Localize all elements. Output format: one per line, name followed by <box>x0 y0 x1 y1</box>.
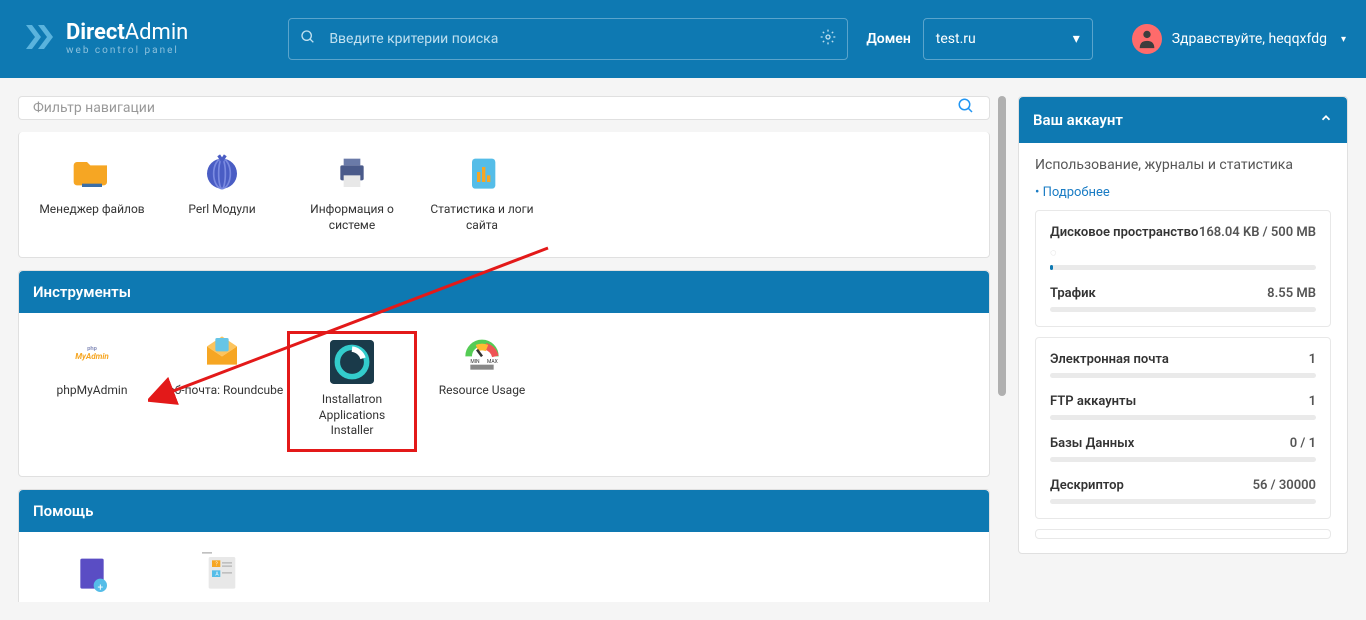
gauge-icon: MIN MAX <box>460 331 504 375</box>
stat-name: Дескриптор <box>1050 478 1253 493</box>
faq-icon: ?A <box>200 550 244 594</box>
stat-name: Электронная почта <box>1050 352 1309 367</box>
tile-installatron[interactable]: Installatron Applications Installer <box>287 331 417 452</box>
stat-name: Трафик <box>1050 286 1267 301</box>
tile-perl-modules[interactable]: Perl Модули <box>157 150 287 233</box>
phpmyadmin-icon: phpMyAdmin <box>70 331 114 375</box>
stat-value: 1 <box>1309 352 1316 367</box>
sidebar: Ваш аккаунт Использование, журналы и ста… <box>1018 96 1348 602</box>
account-header[interactable]: Ваш аккаунт <box>1019 97 1347 143</box>
tools-header[interactable]: Инструменты <box>19 271 989 313</box>
search-wrap <box>288 18 848 60</box>
system-tiles-panel: Менеджер файлов Perl Модули Информация о… <box>18 132 990 258</box>
stat-value: 1 <box>1309 394 1316 409</box>
filter-input[interactable] <box>33 100 957 116</box>
tile-file-manager[interactable]: Менеджер файлов <box>27 150 157 233</box>
greeting-text: Здравствуйте, heqqxfdg <box>1172 31 1327 47</box>
svg-text:MyAdmin: MyAdmin <box>75 352 109 361</box>
chevron-down-icon: ▾ <box>1341 34 1346 45</box>
gear-icon[interactable] <box>820 29 836 49</box>
extra-box <box>1035 529 1331 539</box>
chevron-down-icon: ▾ <box>1073 31 1080 47</box>
search-input[interactable] <box>288 18 848 60</box>
printer-icon <box>330 150 374 194</box>
usage-stats-box: Дисковое пространство 168.04 KB / 500 MB… <box>1035 210 1331 327</box>
svg-text:+: + <box>97 582 103 592</box>
main-scrollbar[interactable] <box>998 96 1006 602</box>
stat-name: Базы Данных <box>1050 436 1290 451</box>
tools-panel: Инструменты phpMyAdmin phpMyAdmin Вэб-по… <box>18 270 990 477</box>
loading-icon: ◌ <box>1050 246 1057 259</box>
chart-icon <box>460 150 504 194</box>
chevron-up-icon <box>1319 111 1333 129</box>
svg-text:MAX: MAX <box>487 359 498 365</box>
tile-system-info[interactable]: Информация о системе <box>287 150 417 233</box>
logo[interactable]: DirectAdmin web control panel <box>20 19 188 59</box>
tile-resource-usage[interactable]: MINMAX Resource Usage <box>417 331 547 452</box>
resource-stats-box: Электронная почта 1 FTP аккаунты 1 <box>1035 337 1331 519</box>
more-link[interactable]: • Подробнее <box>1035 185 1110 200</box>
mail-icon <box>200 331 244 375</box>
stat-value: 8.55 MB <box>1267 286 1316 301</box>
account-subtitle: Использование, журналы и статистика <box>1035 157 1331 173</box>
stat-value: 0 / 1 <box>1290 436 1316 451</box>
ticket-icon: + <box>70 550 114 594</box>
stat-name: FTP аккаунты <box>1050 394 1309 409</box>
tile-stats-logs[interactable]: Статистика и логи сайта <box>417 150 547 233</box>
onion-icon <box>200 150 244 194</box>
user-section[interactable]: Здравствуйте, heqqxfdg ▾ <box>1132 24 1346 54</box>
tile-roundcube[interactable]: Вэб-почта: Roundcube <box>157 331 287 452</box>
stat-value: 56 / 30000 <box>1253 478 1316 493</box>
tile-phpmyadmin[interactable]: phpMyAdmin phpMyAdmin <box>27 331 157 452</box>
domain-select[interactable]: test.ru ▾ <box>923 18 1093 60</box>
stat-name: Дисковое пространство <box>1050 225 1199 240</box>
main-column: Менеджер файлов Perl Модули Информация о… <box>18 96 990 602</box>
stat-value: 168.04 KB / 500 MB <box>1199 225 1316 240</box>
installatron-icon <box>330 340 374 384</box>
help-header[interactable]: Помощь <box>19 490 989 532</box>
folder-icon <box>70 150 114 194</box>
tile-help-2[interactable]: ?A <box>157 550 287 594</box>
svg-text:MIN: MIN <box>470 359 480 365</box>
domain-label: Домен <box>866 31 910 47</box>
navigation-filter <box>18 96 990 120</box>
search-icon[interactable] <box>957 97 975 119</box>
search-icon <box>300 29 316 49</box>
help-panel: Помощь + ?A <box>18 489 990 602</box>
logo-icon <box>20 19 56 59</box>
account-card: Ваш аккаунт Использование, журналы и ста… <box>1018 96 1348 554</box>
tile-help-1[interactable]: + <box>27 550 157 594</box>
domain-section: Домен test.ru ▾ <box>866 18 1092 60</box>
top-bar: DirectAdmin web control panel Домен test… <box>0 0 1366 78</box>
avatar-icon <box>1132 24 1162 54</box>
logo-text: DirectAdmin web control panel <box>66 22 188 56</box>
